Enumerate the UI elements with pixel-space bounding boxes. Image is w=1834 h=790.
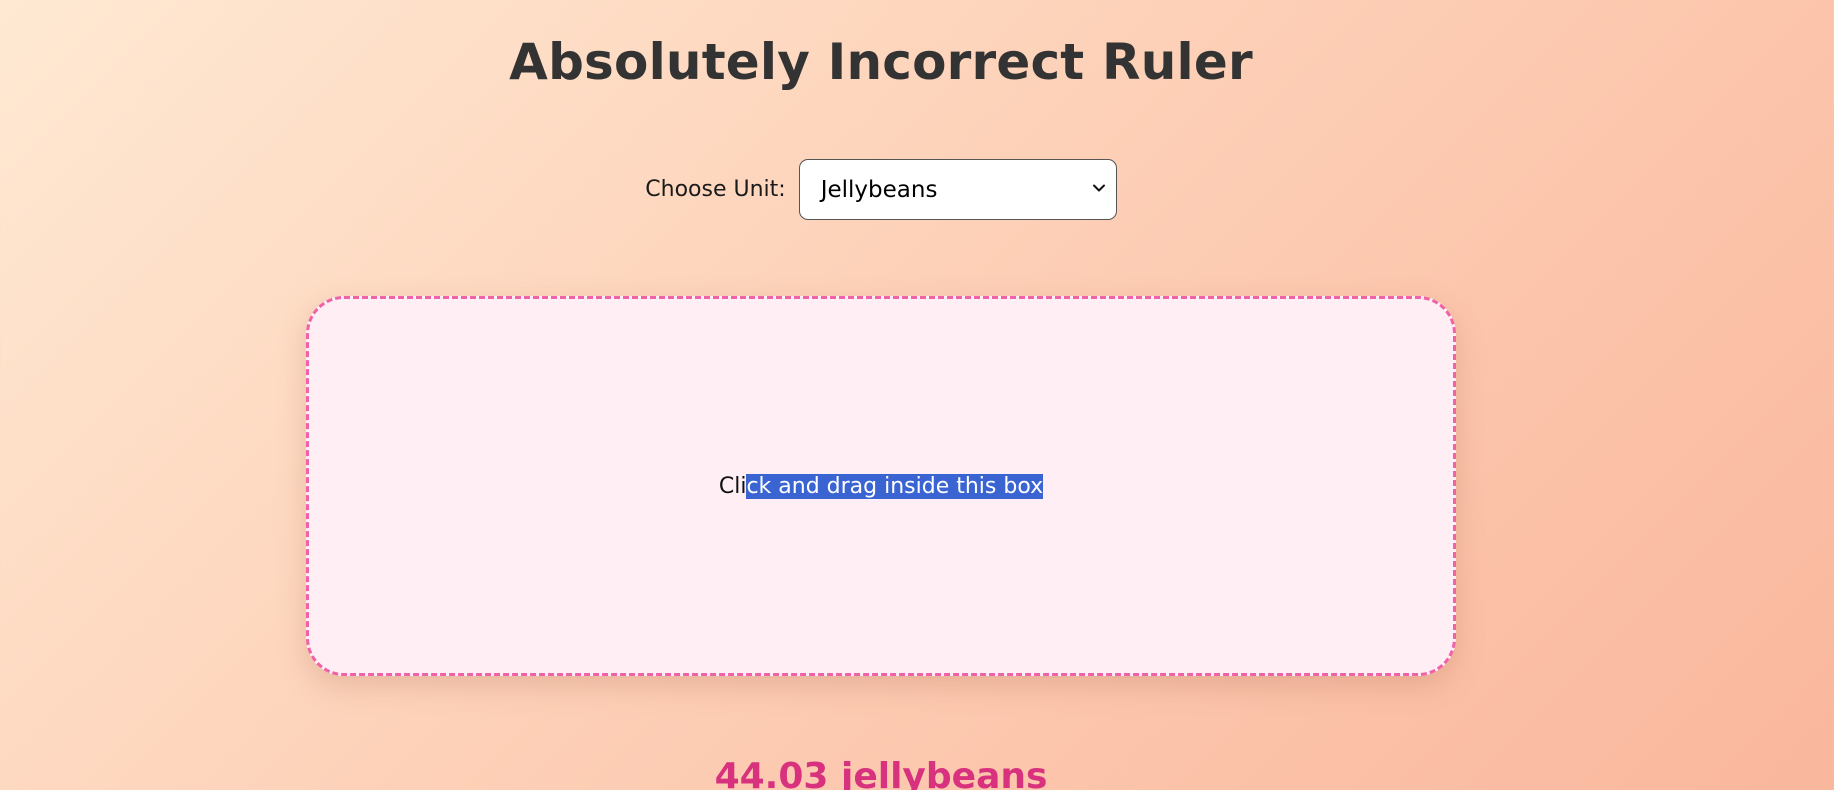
chevron-down-icon — [1092, 184, 1105, 191]
unit-select[interactable]: Jellybeans — [798, 159, 1117, 220]
unit-select-value: Jellybeans — [820, 176, 938, 203]
unit-controls: Choose Unit: Jellybeans — [0, 158, 1762, 221]
drag-instruction: Click and drag inside this box — [718, 472, 1044, 502]
page: Absolutely Incorrect Ruler Choose Unit: … — [0, 0, 1834, 790]
unit-label: Choose Unit: — [645, 177, 786, 202]
instruction-text: Cli — [718, 474, 747, 499]
measurement-result: 44.03 jellybeans — [714, 756, 1048, 790]
instruction-selected-text: ck and drag inside this box — [746, 474, 1044, 499]
measure-drag-area[interactable]: Click and drag inside this box — [306, 296, 1456, 676]
page-title: Absolutely Incorrect Ruler — [509, 33, 1253, 91]
